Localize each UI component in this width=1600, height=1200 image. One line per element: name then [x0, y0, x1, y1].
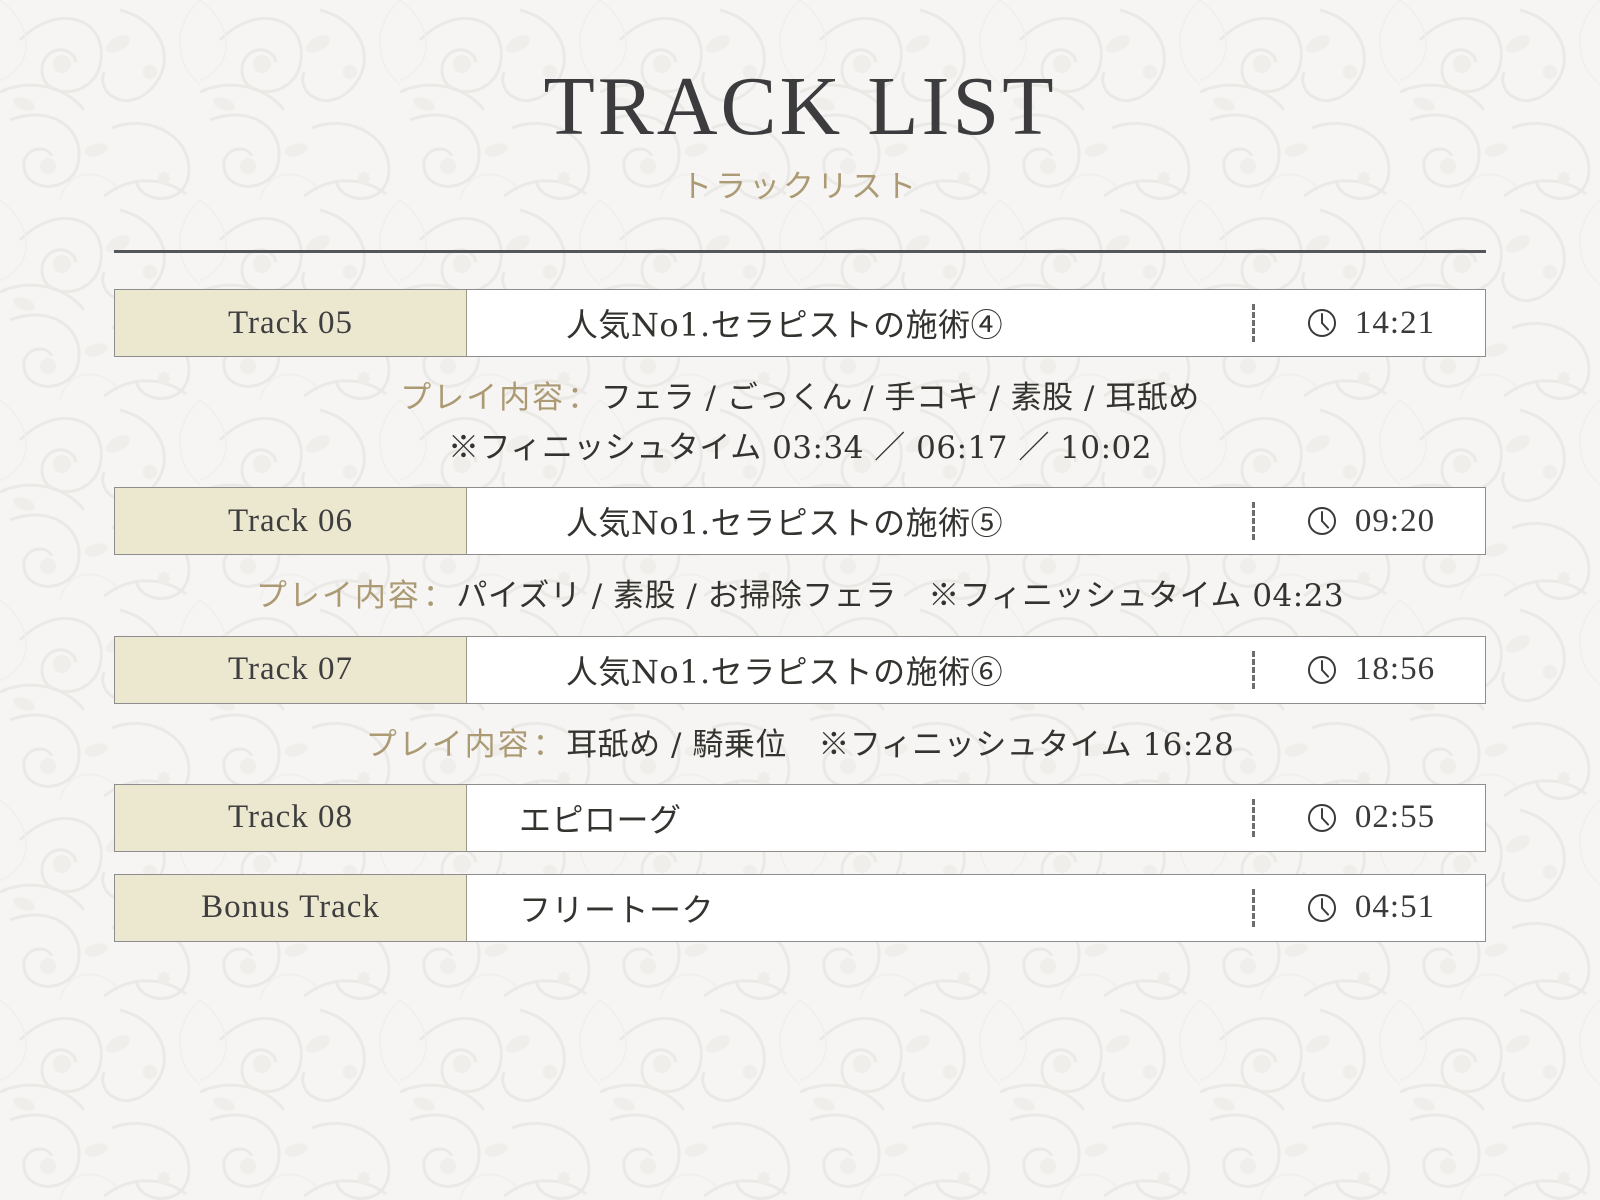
play-content-line: プレイ内容：フェラ / ごっくん / 手コキ / 素股 / 耳舐め: [114, 373, 1486, 423]
track-badge-label: Bonus Track: [201, 889, 380, 926]
play-content-label: プレイ内容: [400, 380, 566, 417]
clock-icon: [1307, 655, 1336, 684]
track-title: 人気No1.セラピストの施術⑥: [565, 652, 1004, 691]
play-content-block: プレイ内容：パイズリ / 素股 / お掃除フェラ ※フィニッシュタイム 04:2…: [114, 555, 1486, 635]
track-badge: Bonus Track: [115, 874, 467, 941]
track-badge-label: Track 07: [227, 651, 354, 688]
track-badge-label: Track 08: [227, 799, 354, 836]
page-title: TRACK LIST: [543, 60, 1057, 153]
track-badge: Track 05: [115, 290, 467, 357]
play-content-colon: ：: [532, 726, 565, 763]
track-row[interactable]: Bonus Track フリートーク 04:51: [114, 873, 1486, 942]
play-content-line: プレイ内容：パイズリ / 素股 / お掃除フェラ ※フィニッシュタイム 04:2…: [114, 571, 1486, 621]
play-content-block: プレイ内容：耳舐め / 騎乗位 ※フィニッシュタイム 16:28: [114, 704, 1486, 784]
track-duration: 04:51: [1255, 875, 1485, 941]
track-duration: 09:20: [1255, 488, 1485, 554]
row-spacer: [114, 852, 1486, 874]
play-content-block: プレイ内容：フェラ / ごっくん / 手コキ / 素股 / 耳舐め ※フィニッシ…: [114, 357, 1486, 487]
duration-text: 04:51: [1354, 889, 1436, 926]
clock-icon: [1307, 507, 1336, 536]
track-badge-label: Track 06: [227, 502, 354, 539]
play-content-label: プレイ内容: [255, 578, 421, 615]
play-content-label: プレイ内容: [365, 726, 531, 763]
track-row[interactable]: Track 07 人気No1.セラピストの施術⑥ 18:56: [114, 635, 1486, 704]
track-duration: 18:56: [1255, 637, 1485, 703]
duration-text: 09:20: [1354, 502, 1436, 539]
track-title: 人気No1.セラピストの施術④: [565, 306, 1004, 345]
track-duration: 02:55: [1255, 785, 1485, 851]
track-list: Track 05 人気No1.セラピストの施術④ 14:21 プレイ内容：フェラ…: [114, 253, 1486, 942]
play-content-colon: ：: [567, 380, 599, 417]
track-list-page: TRACK LIST トラックリスト Track 05 人気No1.セラピストの…: [0, 0, 1600, 1200]
track-row[interactable]: Track 06 人気No1.セラピストの施術⑤ 09:20: [114, 487, 1486, 556]
play-content-value: パイズリ / 素股 / お掃除フェラ ※フィニッシュタイム 04:23: [456, 578, 1345, 615]
play-content-line: プレイ内容：耳舐め / 騎乗位 ※フィニッシュタイム 16:28: [114, 720, 1486, 770]
play-content-value: 耳舐め / 騎乗位 ※フィニッシュタイム 16:28: [566, 726, 1235, 763]
track-badge: Track 06: [115, 488, 467, 555]
duration-text: 02:55: [1354, 799, 1436, 836]
track-title: フリートーク: [519, 890, 715, 929]
duration-text: 14:21: [1354, 304, 1436, 341]
page-header: TRACK LIST トラックリスト: [0, 0, 1600, 206]
track-title: エピローグ: [519, 800, 682, 839]
track-title: 人気No1.セラピストの施術⑤: [565, 504, 1004, 543]
track-badge: Track 07: [115, 636, 467, 703]
clock-icon: [1307, 803, 1336, 832]
play-content-value: フェラ / ごっくん / 手コキ / 素股 / 耳舐め: [600, 380, 1200, 417]
play-content-colon: ：: [422, 578, 455, 615]
track-badge: Track 08: [115, 784, 467, 851]
track-row[interactable]: Track 08 エピローグ 02:55: [114, 783, 1486, 852]
track-badge-label: Track 05: [227, 304, 354, 341]
finish-time-line: ※フィニッシュタイム 03:34 ／ 06:17 ／ 10:02: [447, 430, 1153, 467]
track-row[interactable]: Track 05 人気No1.セラピストの施術④ 14:21: [114, 289, 1486, 358]
page-subtitle: トラックリスト: [681, 169, 919, 206]
duration-text: 18:56: [1354, 651, 1436, 688]
track-duration: 14:21: [1255, 290, 1485, 356]
clock-icon: [1307, 893, 1336, 922]
clock-icon: [1307, 309, 1336, 338]
